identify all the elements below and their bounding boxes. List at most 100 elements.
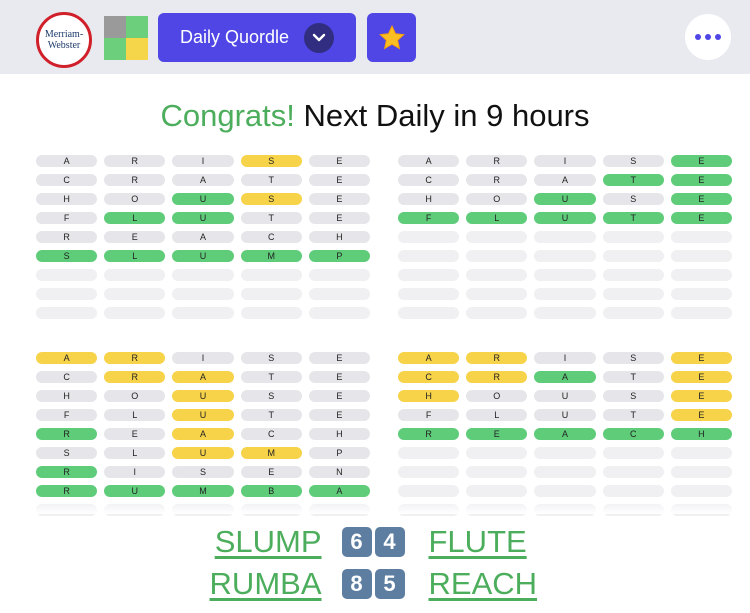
- letter-tile: S: [36, 250, 98, 262]
- letter-tile: [670, 269, 733, 281]
- letter-tile: C: [36, 371, 98, 383]
- letter-tile: [240, 288, 302, 300]
- guess-row: ARISE: [398, 155, 733, 167]
- letter-tile: H: [398, 193, 460, 205]
- letter-tile: [398, 466, 460, 478]
- guess-row: SLUMP: [36, 447, 371, 459]
- guess-counts: 8 5: [341, 569, 405, 599]
- merriam-webster-logo[interactable]: Merriam- Webster: [36, 12, 92, 68]
- letter-tile: L: [104, 212, 166, 224]
- letter-tile: R: [398, 428, 460, 440]
- letter-tile: A: [534, 371, 596, 383]
- guess-count-badge: 4: [374, 527, 405, 557]
- letter-tile: [172, 269, 234, 281]
- letter-tile: [534, 447, 596, 459]
- guess-row: ARISE: [36, 155, 371, 167]
- board-top-left[interactable]: ARISECRATEHOUSEFLUTEREACHSLUMP: [36, 155, 371, 326]
- board-bottom-right[interactable]: ARISECRATEHOUSEFLUTEREACH: [398, 352, 733, 523]
- guess-row: RUMBA: [36, 485, 371, 497]
- quordle-logo-icon[interactable]: [104, 16, 148, 60]
- daily-quordle-dropdown[interactable]: Daily Quordle: [158, 13, 356, 62]
- letter-tile: [466, 466, 528, 478]
- letter-tile: E: [308, 174, 371, 186]
- letter-tile: R: [466, 371, 528, 383]
- letter-tile: T: [240, 212, 302, 224]
- letter-tile: [670, 288, 733, 300]
- letter-tile: [398, 288, 460, 300]
- letter-tile: E: [240, 466, 302, 478]
- more-options-button[interactable]: [685, 14, 731, 60]
- favorite-star-button[interactable]: [367, 13, 416, 62]
- letter-tile: R: [466, 352, 528, 364]
- letter-tile: C: [240, 231, 302, 243]
- letter-tile: T: [602, 409, 664, 421]
- letter-tile: O: [104, 193, 166, 205]
- letter-tile: E: [670, 390, 733, 402]
- dropdown-label: Daily Quordle: [180, 27, 290, 47]
- letter-tile: R: [104, 174, 166, 186]
- letter-tile: [398, 447, 460, 459]
- letter-tile: I: [534, 155, 596, 167]
- congrats-text: Congrats!: [160, 98, 295, 133]
- solved-word-link[interactable]: RUMBA: [202, 566, 322, 602]
- scroll-fade: [0, 502, 750, 514]
- letter-tile: E: [308, 155, 371, 167]
- board-top-right[interactable]: ARISECRATEHOUSEFLUTE: [398, 155, 733, 326]
- letter-tile: [398, 485, 460, 497]
- letter-tile: [466, 447, 528, 459]
- letter-tile: [534, 307, 596, 319]
- letter-tile: A: [36, 155, 98, 167]
- letter-tile: S: [602, 155, 664, 167]
- letter-tile: E: [308, 352, 371, 364]
- solved-word-link[interactable]: SLUMP: [202, 524, 322, 560]
- letter-tile: E: [308, 409, 371, 421]
- dot-icon: [695, 34, 701, 40]
- letter-tile: E: [670, 409, 733, 421]
- letter-tile: C: [398, 371, 460, 383]
- letter-tile: [602, 466, 664, 478]
- letter-tile: C: [398, 174, 460, 186]
- letter-tile: U: [172, 193, 234, 205]
- logo-text-line1: Merriam-: [44, 29, 84, 40]
- guess-row: [398, 307, 733, 319]
- guess-count-badge: 6: [341, 527, 372, 557]
- letter-tile: U: [104, 485, 166, 497]
- letter-tile: L: [104, 250, 166, 262]
- letter-tile: C: [602, 428, 664, 440]
- letter-tile: [670, 231, 733, 243]
- guess-row: FLUTE: [36, 212, 371, 224]
- guess-counts: 6 4: [341, 527, 405, 557]
- dot-icon: [715, 34, 721, 40]
- letter-tile: A: [172, 371, 234, 383]
- letter-tile: E: [670, 212, 733, 224]
- letter-tile: E: [466, 428, 528, 440]
- letter-tile: R: [104, 352, 166, 364]
- letter-tile: R: [466, 174, 528, 186]
- letter-tile: [602, 288, 664, 300]
- letter-tile: R: [466, 155, 528, 167]
- letter-tile: [466, 269, 528, 281]
- guess-row: [398, 231, 733, 243]
- chevron-down-icon: [304, 23, 334, 53]
- letter-tile: [466, 250, 528, 262]
- guess-row: [398, 447, 733, 459]
- solved-word-link[interactable]: REACH: [429, 566, 549, 602]
- solved-word-link[interactable]: FLUTE: [429, 524, 549, 560]
- letter-tile: [466, 288, 528, 300]
- letter-tile: M: [240, 447, 302, 459]
- letter-tile: [308, 269, 371, 281]
- letter-tile: [36, 288, 98, 300]
- letter-tile: E: [670, 174, 733, 186]
- letter-tile: A: [36, 352, 98, 364]
- letter-tile: M: [172, 485, 234, 497]
- letter-tile: [240, 269, 302, 281]
- letter-tile: [104, 288, 166, 300]
- letter-tile: [534, 466, 596, 478]
- dot-icon: [705, 34, 711, 40]
- summary-row-1: SLUMP 6 4 FLUTE: [0, 524, 750, 560]
- letter-tile: I: [172, 155, 234, 167]
- next-daily-text: Next Daily in 9 hours: [303, 98, 590, 133]
- board-bottom-left[interactable]: ARISECRATEHOUSEFLUTEREACHSLUMPRISENRUMBA: [36, 352, 371, 523]
- letter-tile: [398, 231, 460, 243]
- letter-tile: T: [602, 212, 664, 224]
